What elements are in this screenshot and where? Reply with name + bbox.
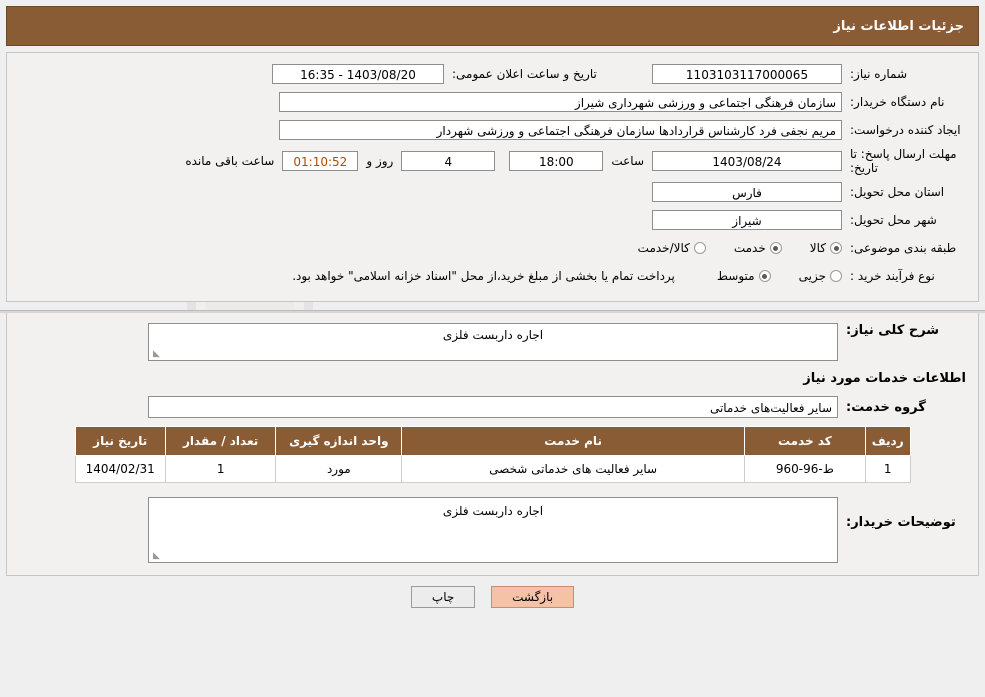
col-quantity: تعداد / مقدار [164, 426, 277, 456]
remaining-suffix-label: ساعت باقی مانده [185, 154, 275, 168]
city-value: شیراز [652, 210, 842, 230]
need-desc-box: اجاره داربست فلزی ◣ [148, 323, 838, 361]
print-button[interactable]: چاپ [410, 586, 476, 608]
need-number-label: شماره نیاز: [850, 67, 907, 81]
col-row: ردیف [864, 426, 911, 456]
back-button[interactable]: بازگشت [491, 586, 575, 608]
buyer-notes-label: توضیحات خریدار: [846, 515, 956, 530]
buyer-org-value: سازمان فرهنگی اجتماعی و ورزشی شهرداری شی… [279, 92, 842, 112]
requester-value: مریم نجفی فرد کارشناس قراردادها سازمان ف… [279, 120, 842, 140]
row-need-description: شرح کلی نیاز: اجاره داربست فلزی ◣ [19, 323, 966, 361]
col-need-date: تاریخ نیاز [74, 426, 166, 456]
radio-icon[interactable] [758, 270, 771, 282]
cell-row: 1 [864, 455, 911, 483]
services-info-title: اطلاعات خدمات مورد نیاز [803, 371, 966, 386]
row-province: استان محل تحویل: فارس [19, 181, 966, 203]
service-group-value: سایر فعالیت‌های خدماتی [148, 396, 838, 418]
category-option-khedmat[interactable]: خدمت [734, 241, 782, 255]
process-option-jozyi[interactable]: جزیی [799, 269, 842, 283]
announce-datetime-label: تاریخ و ساعت اعلان عمومی: [452, 67, 597, 81]
row-buyer-notes: توضیحات خریدار: اجاره داربست فلزی ◣ [19, 497, 966, 563]
deadline-hour-label: ساعت [611, 154, 644, 168]
category-option-label: کالا [809, 241, 826, 255]
table-header-row: ردیف کد خدمت نام خدمت واحد اندازه گیری ت… [74, 426, 911, 456]
category-label: طبقه بندی موضوعی: [850, 241, 957, 255]
cell-service-name: سایر فعالیت های خدماتی شخصی [401, 455, 745, 483]
row-service-group: گروه خدمت: سایر فعالیت‌های خدماتی [19, 396, 966, 418]
need-number-value: 1103103117000065 [652, 64, 842, 84]
resize-handle-icon[interactable]: ◣ [152, 350, 161, 359]
province-label: استان محل تحویل: [850, 185, 945, 199]
province-value: فارس [652, 182, 842, 202]
process-option-motevaset[interactable]: متوسط [717, 269, 771, 283]
category-option-label: خدمت [733, 241, 766, 255]
row-category: طبقه بندی موضوعی: کالا خدمت کالا/خدمت [19, 237, 966, 259]
services-panel: شرح کلی نیاز: اجاره داربست فلزی ◣ اطلاعا… [6, 313, 979, 576]
cell-service-code: ط-96-960 [743, 455, 866, 483]
buyer-org-label: نام دستگاه خریدار: [850, 95, 945, 109]
cell-quantity: 1 [164, 455, 277, 483]
category-option-kala[interactable]: کالا [810, 241, 842, 255]
process-label: نوع فرآیند خرید : [850, 269, 935, 283]
process-option-label: جزیی [798, 269, 826, 283]
row-city: شهر محل تحویل: شیراز [19, 209, 966, 231]
requester-label: ایجاد کننده درخواست: [850, 123, 961, 137]
deadline-hour-value: 18:00 [509, 151, 604, 171]
requester-text: مریم نجفی فرد کارشناس قراردادها سازمان ف… [436, 124, 836, 138]
row-buyer-org: نام دستگاه خریدار: سازمان فرهنگی اجتماعی… [19, 91, 966, 113]
page-title-text: جزئیات اطلاعات نیاز [833, 18, 964, 34]
col-unit: واحد اندازه گیری [275, 426, 403, 456]
col-service-name: نام خدمت [401, 426, 745, 456]
need-desc-value: اجاره داربست فلزی [442, 328, 544, 342]
deadline-date-value: 1403/08/24 [652, 151, 842, 171]
services-table: ردیف کد خدمت نام خدمت واحد اندازه گیری ت… [74, 426, 911, 483]
radio-icon[interactable] [830, 270, 842, 282]
buyer-notes-value: اجاره داربست فلزی [442, 504, 544, 518]
table-row: 1 ط-96-960 سایر فعالیت های خدماتی شخصی م… [74, 455, 911, 483]
category-option-label: کالا/خدمت [637, 241, 690, 255]
row-requester: ایجاد کننده درخواست: مریم نجفی فرد کارشن… [19, 119, 966, 141]
resize-handle-icon[interactable]: ◣ [152, 552, 161, 561]
row-need-number: شماره نیاز: 1103103117000065 تاریخ و ساع… [19, 63, 966, 85]
page-title: جزئیات اطلاعات نیاز [6, 6, 979, 46]
footer-actions: بازگشت چاپ [0, 576, 985, 608]
days-remaining-value: 4 [401, 151, 496, 171]
radio-icon[interactable] [830, 242, 842, 254]
category-radio-group: کالا خدمت کالا/خدمت [616, 241, 842, 255]
page-root: جزئیات اطلاعات نیاز شماره نیاز: 11031031… [0, 6, 985, 608]
city-label: شهر محل تحویل: [850, 213, 937, 227]
service-group-label: گروه خدمت: [846, 399, 926, 415]
category-option-kala-khedmat[interactable]: کالا/خدمت [638, 241, 706, 255]
days-word-label: روز و [366, 154, 394, 168]
need-desc-label: شرح کلی نیاز: [846, 323, 940, 338]
col-service-code: کد خدمت [743, 426, 866, 456]
cell-need-date: 1404/02/31 [74, 455, 166, 483]
process-note: پرداخت تمام یا بخشی از مبلغ خرید،از محل … [292, 269, 675, 283]
need-details-panel: شماره نیاز: 1103103117000065 تاریخ و ساع… [6, 52, 979, 302]
row-deadline: مهلت ارسال پاسخ: تا تاریخ: 1403/08/24 سا… [19, 147, 966, 175]
announce-datetime-value: 1403/08/20 - 16:35 [272, 64, 444, 84]
time-remaining-value: 01:10:52 [282, 151, 359, 171]
process-option-label: متوسط [716, 269, 755, 283]
process-radio-group: جزیی متوسط [695, 269, 842, 283]
deadline-label: مهلت ارسال پاسخ: تا تاریخ: [850, 147, 957, 175]
row-process-type: نوع فرآیند خرید : جزیی متوسط پرداخت تمام… [19, 265, 966, 287]
radio-icon[interactable] [693, 242, 706, 254]
cell-unit: مورد [275, 455, 403, 483]
radio-icon[interactable] [769, 242, 782, 254]
buyer-notes-box: اجاره داربست فلزی ◣ [148, 497, 838, 563]
